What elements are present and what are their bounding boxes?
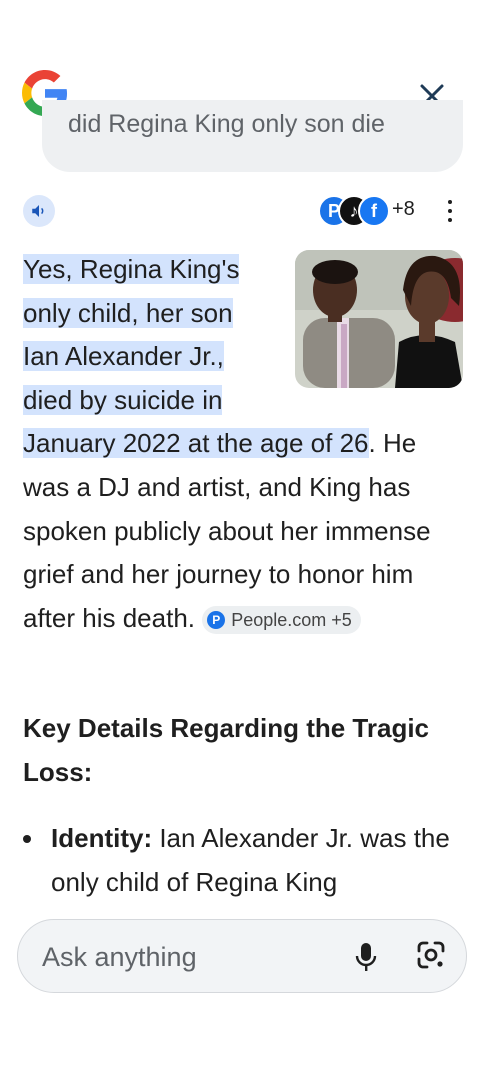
- sources-more-count[interactable]: +8: [392, 198, 415, 221]
- citation-chip[interactable]: P People.com +5: [202, 605, 361, 634]
- answer-thumbnail-image[interactable]: [295, 250, 463, 388]
- citation-label: People.com +5: [231, 609, 352, 630]
- volume-icon: [32, 205, 44, 217]
- answer-highlight: only child, her son: [23, 297, 233, 328]
- query-bubble[interactable]: did Regina King only son die: [42, 100, 463, 172]
- more-vert-icon[interactable]: [445, 200, 455, 224]
- ask-input[interactable]: [40, 938, 324, 976]
- answer-highlight: Yes, Regina King's: [23, 254, 240, 284]
- answer-highlight: Ian Alexander Jr.,: [23, 341, 224, 372]
- query-text: did Regina King only son die: [68, 110, 385, 138]
- ask-composer[interactable]: [17, 919, 467, 993]
- mic-icon[interactable]: [354, 942, 378, 972]
- answer-highlight: died by suicide in: [23, 384, 223, 415]
- bullet-dot: [23, 835, 31, 843]
- answer-body-text: . He was a DJ and artist, and King has s…: [23, 428, 431, 633]
- answer-highlight: January 2022 at the age of 26: [23, 428, 369, 459]
- ai-answer-paragraph: Yes, Regina King's only child, her son I…: [23, 248, 463, 640]
- source-avatar: f: [358, 195, 390, 227]
- google-lens-icon[interactable]: [416, 940, 446, 970]
- bullet-label: Identity:: [51, 823, 153, 853]
- people-source-icon: P: [207, 610, 226, 629]
- list-item: Identity: Ian Alexander Jr. was the only…: [51, 816, 461, 904]
- read-aloud-button[interactable]: [23, 195, 55, 227]
- section-heading: Key Details Regarding the Tragic Loss:: [23, 713, 430, 787]
